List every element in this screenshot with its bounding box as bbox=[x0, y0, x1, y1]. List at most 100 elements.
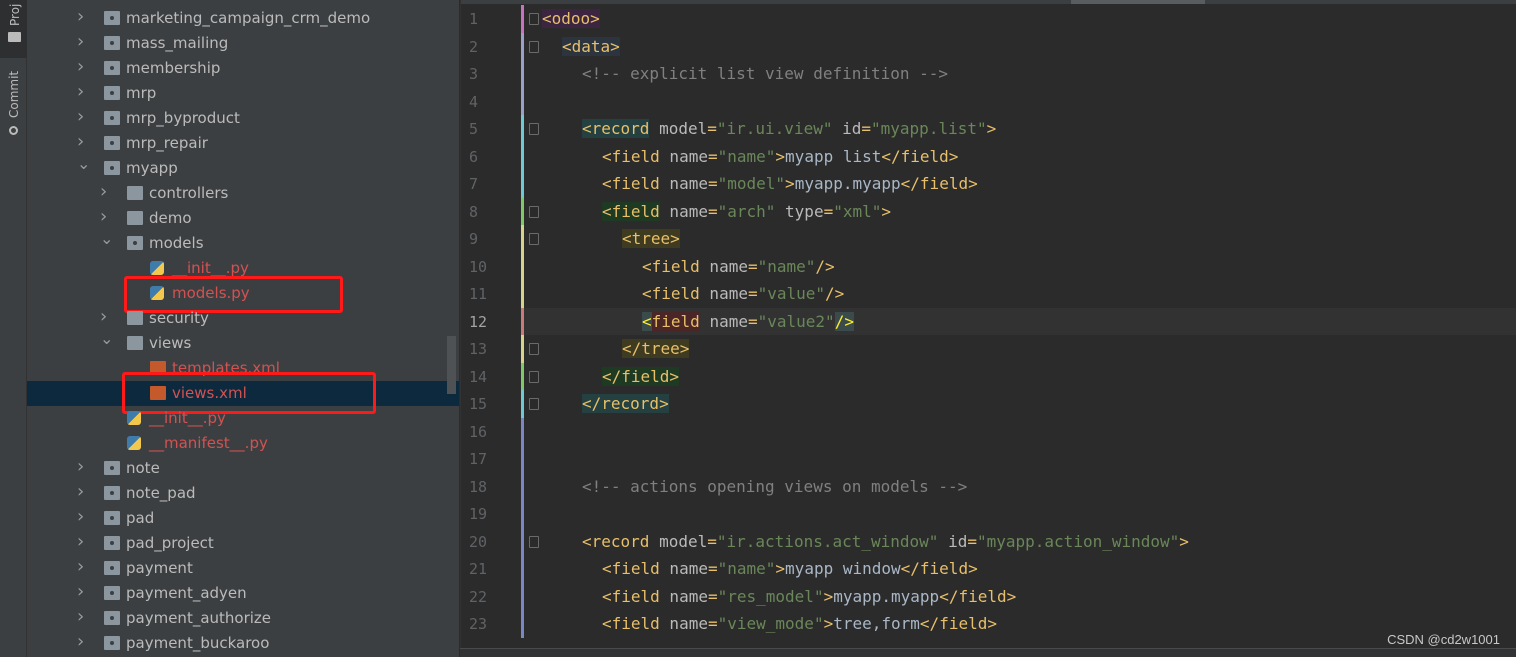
tree-item[interactable]: › note_pad bbox=[27, 481, 459, 506]
chevron-right-icon[interactable]: › bbox=[77, 554, 89, 579]
chevron-right-icon[interactable]: › bbox=[77, 29, 89, 54]
fold-collapse-icon[interactable] bbox=[529, 123, 539, 135]
tree-item[interactable]: › mass_mailing bbox=[27, 31, 459, 56]
code-token: <odoo> bbox=[542, 9, 600, 28]
code-line[interactable]: <odoo> bbox=[542, 5, 600, 32]
folder-icon bbox=[104, 136, 120, 150]
change-marker bbox=[521, 115, 524, 143]
code-token: name bbox=[699, 284, 748, 303]
code-line[interactable]: <!-- explicit list view definition --> bbox=[582, 60, 948, 87]
code-line[interactable]: </tree> bbox=[622, 335, 690, 362]
change-marker bbox=[521, 362, 524, 391]
fold-end-icon[interactable] bbox=[529, 343, 539, 355]
fold-end-icon[interactable] bbox=[529, 398, 539, 410]
fold-end-icon[interactable] bbox=[529, 370, 539, 383]
code-token: > bbox=[823, 586, 834, 606]
code-token: = bbox=[861, 119, 872, 138]
folder-icon bbox=[127, 311, 143, 325]
fold-collapse-icon[interactable] bbox=[529, 205, 539, 218]
change-marker bbox=[521, 197, 524, 226]
tree-scrollbar[interactable] bbox=[447, 336, 456, 394]
code-line[interactable]: <field name="name"/> bbox=[642, 253, 835, 280]
tree-item[interactable]: ⌄ myapp bbox=[27, 154, 459, 181]
chevron-right-icon[interactable]: › bbox=[77, 529, 89, 554]
tree-item[interactable]: › note bbox=[27, 456, 459, 481]
code-line[interactable]: <data> bbox=[562, 33, 620, 60]
tree-item[interactable]: › marketing_campaign_crm_demo bbox=[27, 6, 459, 31]
code-editor[interactable]: 1 <odoo> 2 <data> 3 <!-- explicit list view d… bbox=[460, 0, 1516, 648]
chevron-right-icon[interactable]: › bbox=[77, 504, 89, 529]
chevron-down-icon[interactable]: ⌄ bbox=[100, 226, 113, 251]
commit-tool-tab[interactable]: Commit bbox=[0, 62, 27, 142]
chevron-right-icon[interactable]: › bbox=[77, 629, 89, 654]
code-line[interactable]: <field name="model">myapp.myapp</field> bbox=[602, 170, 978, 197]
line-number: 3 bbox=[469, 65, 479, 83]
code-line[interactable]: <field name="name">myapp window</field> bbox=[602, 555, 978, 582]
code-line[interactable]: <field name="res_model">myapp.myapp</fie… bbox=[602, 583, 1016, 610]
code-token: name bbox=[659, 146, 708, 166]
chevron-right-icon[interactable]: › bbox=[77, 579, 89, 604]
fold-collapse-icon[interactable] bbox=[529, 535, 539, 548]
chevron-right-icon[interactable]: › bbox=[100, 179, 112, 204]
code-token: = bbox=[707, 119, 717, 138]
tree-item[interactable]: › security bbox=[27, 306, 459, 331]
tree-item[interactable]: › mrp_byproduct bbox=[27, 106, 459, 131]
code-line[interactable]: <!-- actions opening views on models --> bbox=[582, 473, 967, 500]
tree-item[interactable]: › pad_project bbox=[27, 531, 459, 556]
tree-item[interactable]: › payment_adyen bbox=[27, 581, 459, 606]
chevron-down-icon[interactable]: ⌄ bbox=[77, 151, 90, 176]
tree-item-label: mrp_byproduct bbox=[126, 109, 240, 127]
tree-item[interactable]: › mrp_repair bbox=[27, 131, 459, 156]
tree-item[interactable]: › membership bbox=[27, 56, 459, 81]
code-line[interactable]: <record model="ir.actions.act_window" id… bbox=[582, 528, 1189, 555]
tree-item[interactable]: › payment bbox=[27, 556, 459, 581]
chevron-down-icon[interactable]: ⌄ bbox=[100, 326, 113, 351]
code-line[interactable]: <field name="value2"/> bbox=[642, 308, 854, 335]
code-token: </field> bbox=[919, 614, 997, 633]
tree-item[interactable]: › mrp bbox=[27, 81, 459, 106]
fold-collapse-icon[interactable] bbox=[529, 13, 539, 25]
code-token: = bbox=[707, 586, 718, 606]
chevron-right-icon[interactable]: › bbox=[77, 479, 89, 504]
code-line[interactable]: <field name="view_mode">tree,form</field… bbox=[602, 610, 997, 637]
code-token: name bbox=[659, 559, 708, 578]
tree-item[interactable]: __manifest__.py bbox=[27, 431, 459, 456]
chevron-right-icon[interactable]: › bbox=[77, 104, 89, 129]
commit-icon bbox=[9, 126, 18, 135]
fold-collapse-icon[interactable] bbox=[529, 40, 539, 53]
chevron-right-icon[interactable]: › bbox=[77, 4, 89, 29]
line-number: 17 bbox=[469, 450, 488, 468]
tree-item[interactable]: __init__.py bbox=[27, 406, 459, 431]
code-line[interactable]: </field> bbox=[602, 363, 680, 390]
project-tool-tab[interactable]: Proj bbox=[0, 0, 27, 58]
code-line[interactable]: </record> bbox=[582, 390, 669, 417]
fold-collapse-icon[interactable] bbox=[529, 233, 539, 245]
code-token: /> bbox=[825, 284, 845, 303]
tree-item[interactable]: › payment_authorize bbox=[27, 606, 459, 631]
tree-item[interactable]: ⌄ models bbox=[27, 229, 459, 256]
code-line[interactable]: <tree> bbox=[622, 225, 680, 252]
code-line[interactable]: <field name="arch" type="xml"> bbox=[602, 198, 891, 225]
project-tab-label: Proj bbox=[8, 3, 22, 26]
code-token: > bbox=[775, 146, 786, 166]
chevron-right-icon[interactable]: › bbox=[77, 79, 89, 104]
code-token: <field bbox=[602, 174, 660, 193]
code-token: <data> bbox=[562, 36, 620, 56]
tree-item[interactable]: › controllers bbox=[27, 181, 459, 206]
code-line[interactable]: <field name="name">myapp list</field> bbox=[602, 143, 958, 170]
chevron-right-icon[interactable]: › bbox=[77, 604, 89, 629]
folder-icon bbox=[104, 561, 120, 575]
tree-item[interactable]: › payment_buckaroo bbox=[27, 631, 459, 656]
horizontal-scrollbar[interactable] bbox=[1071, 0, 1205, 4]
tree-item[interactable]: › demo bbox=[27, 206, 459, 231]
line-number: 5 bbox=[469, 120, 479, 138]
code-token: "value2" bbox=[757, 311, 835, 331]
folder-icon bbox=[104, 111, 120, 125]
code-line[interactable]: <record model="ir.ui.view" id="myapp.lis… bbox=[582, 115, 996, 142]
code-token: > bbox=[785, 174, 795, 193]
tree-item[interactable]: › pad bbox=[27, 506, 459, 531]
code-line[interactable]: <field name="value"/> bbox=[642, 280, 844, 307]
tree-item[interactable]: ⌄ views bbox=[27, 329, 459, 356]
chevron-right-icon[interactable]: › bbox=[77, 454, 89, 479]
chevron-right-icon[interactable]: › bbox=[77, 54, 89, 79]
